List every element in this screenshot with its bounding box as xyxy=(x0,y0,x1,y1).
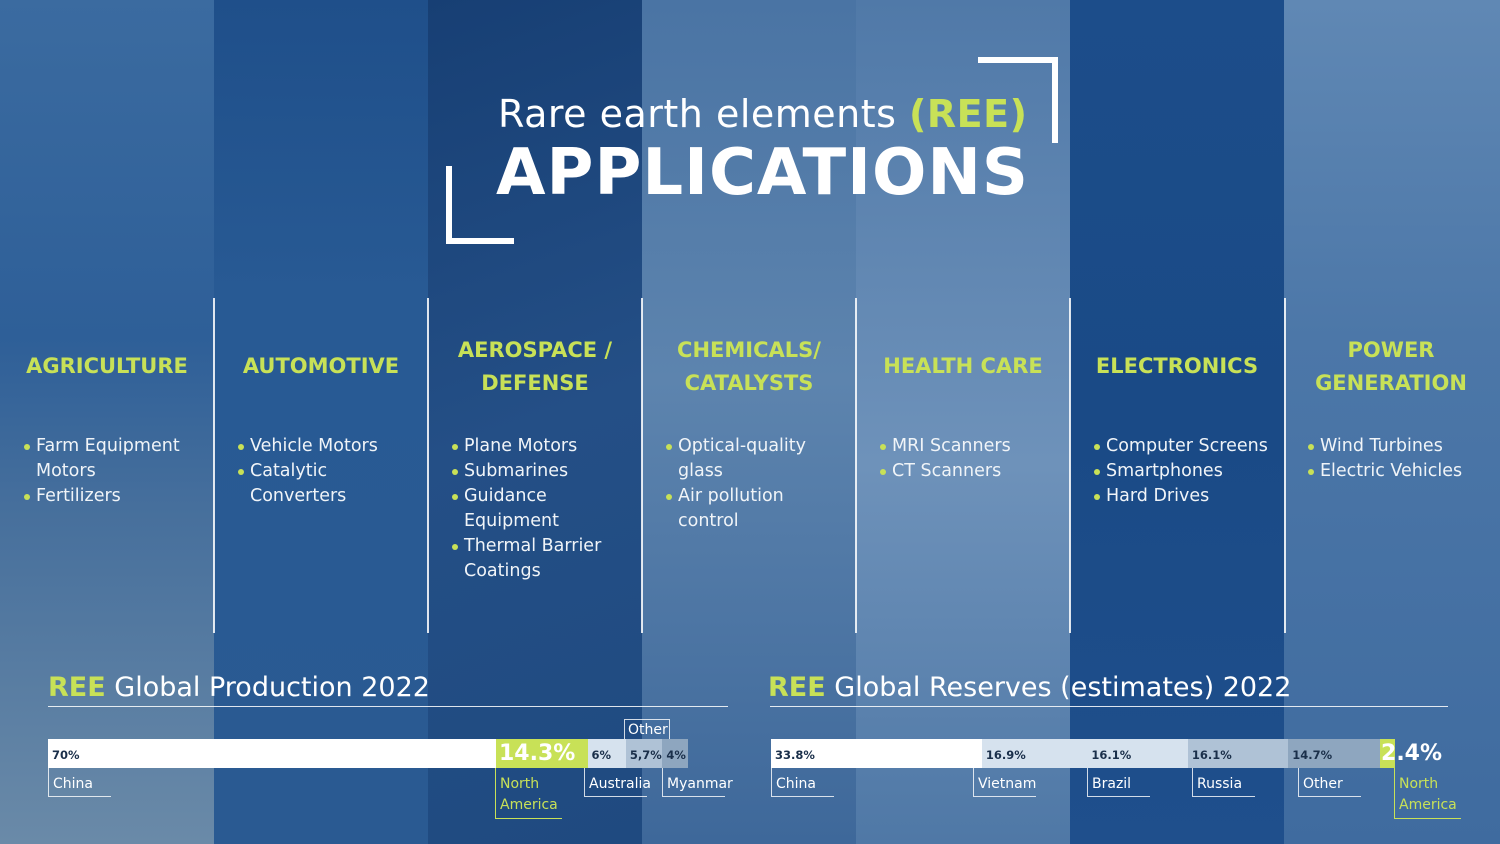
bar-segment xyxy=(48,739,496,768)
bar-data-label: 16.1% xyxy=(1091,748,1132,762)
reserves-chart-title: REE Global Reserves (estimates) 2022 xyxy=(768,672,1291,703)
category-title: HEALTH CARE xyxy=(883,354,1043,378)
category-label: Brazil xyxy=(1092,776,1132,792)
category-title: AEROSPACE / DEFENSE xyxy=(457,338,613,395)
category-label: North America xyxy=(500,776,558,813)
category-items: Wind Turbines Electric Vehicles xyxy=(1308,434,1488,484)
bar-data-label: 4% xyxy=(666,748,686,762)
category-item: MRI Scanners xyxy=(880,434,1060,459)
category-item: Guidance Equipment xyxy=(452,484,632,534)
category-item: Electric Vehicles xyxy=(1308,459,1488,484)
reserves-title-text: Global Reserves (estimates) 2022 xyxy=(834,672,1292,703)
header-subtitle-text: Rare earth elements xyxy=(498,92,897,136)
bar-data-label: 70% xyxy=(52,748,80,762)
category-label: China xyxy=(53,776,93,792)
bar-data-label: 14.3% xyxy=(499,741,576,766)
category-item: Farm Equipment Motors xyxy=(24,434,204,484)
category-item: Optical-quality glass xyxy=(666,434,846,484)
page-title: APPLICATIONS xyxy=(496,136,1029,210)
column-divider xyxy=(213,298,215,633)
category-title: CHEMICALS/ CATALYSTS xyxy=(677,338,821,395)
category-label: Myanmar xyxy=(667,776,733,792)
category-items: Plane Motors Submarines Guidance Equipment… xyxy=(452,434,632,584)
category-label: Other xyxy=(628,722,668,738)
bar-data-label: 5,7% xyxy=(629,748,662,762)
category-item: Thermal Barrier Coatings xyxy=(452,534,632,584)
category-items: Computer Screens Smartphones Hard Drives xyxy=(1094,434,1274,509)
category-item: Smartphones xyxy=(1094,459,1274,484)
bar-data-label: 6% xyxy=(591,748,612,762)
production-title-ree: REE xyxy=(48,672,106,703)
category-title: POWER GENERATION xyxy=(1315,338,1467,395)
category-item: Catalytic Converters xyxy=(238,459,418,509)
category-items: MRI Scanners CT Scanners xyxy=(880,434,1060,484)
bar-data-label: 16.1% xyxy=(1191,748,1232,762)
bg-panel-power xyxy=(1284,0,1500,844)
category-item: Plane Motors xyxy=(452,434,632,459)
production-title-underline xyxy=(48,706,728,707)
category-label: Vietnam xyxy=(978,776,1037,792)
category-title: AGRICULTURE xyxy=(26,354,188,378)
category-item: Computer Screens xyxy=(1094,434,1274,459)
header-subtitle: Rare earth elements (REE) xyxy=(498,92,1027,136)
category-items: Optical-quality glass Air pollution contr… xyxy=(666,434,846,534)
category-title: AUTOMOTIVE xyxy=(242,354,400,378)
reserves-title-underline xyxy=(770,706,1448,707)
category-label: Russia xyxy=(1197,776,1243,792)
category-item: Submarines xyxy=(452,459,632,484)
category-item: Hard Drives xyxy=(1094,484,1274,509)
category-item: CT Scanners xyxy=(880,459,1060,484)
category-label: Other xyxy=(1303,776,1343,792)
category-items: Farm Equipment Motors Fertilizers xyxy=(24,434,204,509)
bar-data-label: 14.7% xyxy=(1292,748,1333,762)
header-subtitle-ree: (REE) xyxy=(909,92,1028,136)
production-title-text: Global Production 2022 xyxy=(114,672,430,703)
reserves-title-ree: REE xyxy=(768,672,826,703)
category-label: Australia xyxy=(589,776,651,792)
category-item: Air pollution control xyxy=(666,484,846,534)
bg-panel-electronics xyxy=(1070,0,1284,844)
category-item: Wind Turbines xyxy=(1308,434,1488,459)
bg-panel-agriculture xyxy=(0,0,214,844)
bar-data-label: 33.8% xyxy=(775,748,815,762)
bar-data-label: 16.9% xyxy=(985,748,1026,762)
production-chart-title: REE Global Production 2022 xyxy=(48,672,430,703)
category-title: ELECTRONICS xyxy=(1095,354,1259,378)
infographic: Rare earth elements (REE) APPLICATIONS A… xyxy=(0,0,1500,844)
column-divider xyxy=(1069,298,1071,633)
category-label: North America xyxy=(1399,776,1457,813)
bar-data-label: 2.4% xyxy=(1381,741,1443,766)
category-items: Vehicle Motors Catalytic Converters xyxy=(238,434,418,509)
category-item: Fertilizers xyxy=(24,484,204,509)
category-item: Vehicle Motors xyxy=(238,434,418,459)
category-label: China xyxy=(776,776,816,792)
bg-panel-automotive xyxy=(214,0,428,844)
